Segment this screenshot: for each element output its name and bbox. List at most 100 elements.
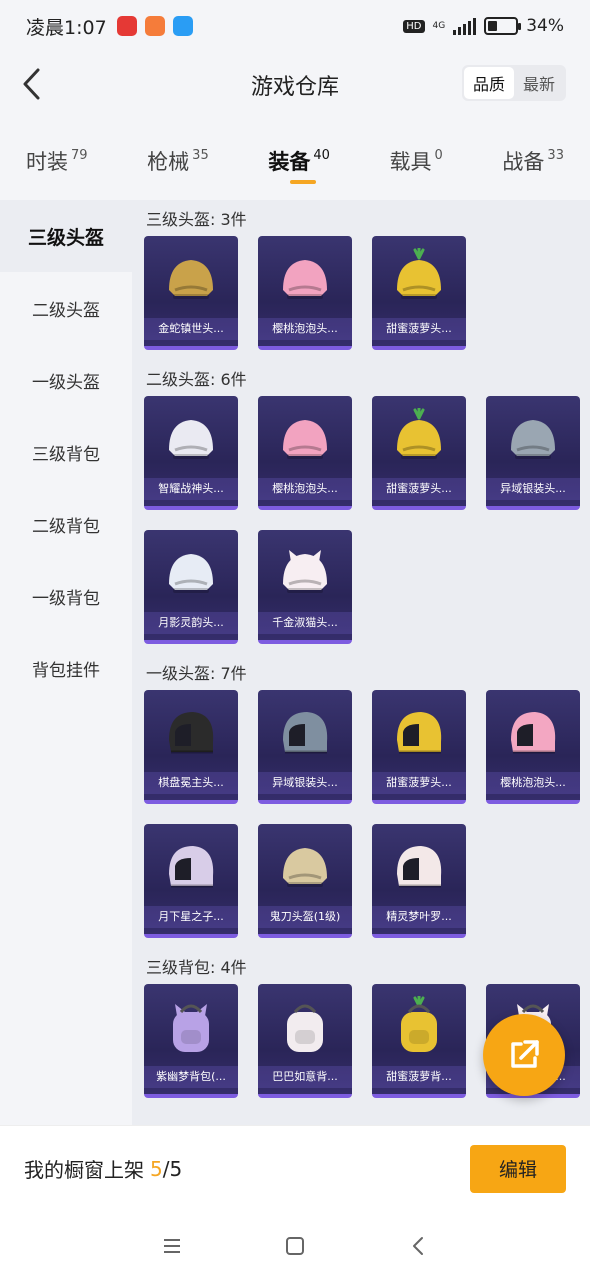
item-card[interactable]: 异域银装头... [486,396,580,510]
moto-helmet-icon [503,702,563,766]
showcase-separator: / [162,1156,170,1181]
gold-helmet-icon [161,248,221,312]
tab-label: 载具 [389,150,432,174]
item-card[interactable]: 鬼刀头盔(1级) [258,824,352,938]
menu-nav-button[interactable] [152,1226,192,1266]
battery-icon [484,17,522,35]
hd-badge: HD [403,19,425,33]
sidebar-item-level2-helmet[interactable]: 二级头盔 [0,272,132,344]
item-card[interactable]: 智耀战神头... [144,396,238,510]
status-bar: 凌晨1:07 HD 4G 34% [0,0,590,52]
sort-latest-option[interactable]: 最新 [514,67,564,99]
section-title: 三级头盔: 3件 [146,210,247,229]
item-name: 金蛇镇世头... [144,318,238,340]
moto-helmet-icon [161,702,221,766]
item-name: 精灵梦叶罗... [372,906,466,928]
item-name: 鬼刀头盔(1级) [258,906,352,928]
item-name: 樱桃泡泡头... [258,478,352,500]
item-grid: 金蛇镇世头... 樱桃泡泡头... 甜蜜菠萝头... [144,236,590,350]
item-card[interactable]: 千金淑猫头... [258,530,352,644]
pineapple-helmet-icon [389,408,449,472]
moto-helmet-icon [389,702,449,766]
item-name: 甜蜜菠萝头... [372,772,466,794]
notification-shop-icon [144,16,165,36]
item-name: 智耀战神头... [144,478,238,500]
item-card[interactable]: 甜蜜菠萝头... [372,690,466,804]
sidebar-item-level2-backpack[interactable]: 二级背包 [0,488,132,560]
back-button[interactable] [14,66,50,102]
sidebar-item-backpack-charm[interactable]: 背包挂件 [0,632,132,704]
section-title: 三级背包: 4件 [146,958,247,977]
item-name: 甜蜜菠萝头... [372,478,466,500]
network-type: 4G [432,21,446,31]
system-navbar [0,1211,590,1280]
showcase-total-count: 5 [169,1156,183,1181]
moto-helmet-icon [389,836,449,900]
signal-icon [453,17,477,35]
item-name: 千金淑猫头... [258,612,352,634]
item-card[interactable]: 甜蜜菠萝背... [372,984,466,1098]
cat-helmet-icon [275,542,335,606]
category-tabs: 时装 79 枪械 35 装备 40 载具 0 战备 33 [0,118,590,200]
item-grid: 智耀战神头... 樱桃泡泡头... 甜蜜菠萝头... 异域银装头... 月影灵韵头...… [144,396,590,644]
pineapple-backpack-icon [389,996,449,1060]
item-name: 紫幽梦背包(... [144,1066,238,1088]
item-name: 甜蜜菠萝背... [372,1066,466,1088]
item-card[interactable]: 月下星之子... [144,824,238,938]
tab-gear[interactable]: 战备 33 [502,118,564,200]
tab-count: 0 [434,148,443,163]
item-card[interactable]: 金蛇镇世头... [144,236,238,350]
tab-count: 33 [547,148,564,163]
battery-percent: 34% [526,16,564,36]
white-backpack-icon [275,996,335,1060]
item-card[interactable]: 异域银装头... [258,690,352,804]
knight-helmet-icon [275,836,335,900]
notification-app-icon [116,16,137,36]
tab-label: 时装 [26,150,68,174]
pink-helmet-icon [275,248,335,312]
item-list[interactable]: 三级头盔: 3件 金蛇镇世头... 樱桃泡泡头... 甜蜜菠萝头... 二级头盔: 6件… [132,200,590,1125]
tab-count: 35 [192,148,209,163]
menu-icon [163,1238,180,1253]
sort-quality-option[interactable]: 品质 [463,67,514,99]
item-card[interactable]: 甜蜜菠萝头... [372,236,466,350]
item-name: 异域银装头... [258,772,352,794]
item-name: 巴巴如意背... [258,1066,352,1088]
share-out-icon [511,1040,539,1068]
white-helmet-icon [161,542,221,606]
item-card[interactable]: 甜蜜菠萝头... [372,396,466,510]
tab-vehicles[interactable]: 载具 0 [390,118,443,200]
edit-button[interactable]: 编辑 [470,1144,566,1193]
sort-toggle: 品质 最新 [461,65,566,101]
item-card[interactable]: 樱桃泡泡头... [258,396,352,510]
share-fab-button[interactable] [483,1014,565,1096]
item-card[interactable]: 樱桃泡泡头... [486,690,580,804]
back-nav-button[interactable] [398,1226,438,1266]
home-icon [285,1236,304,1255]
item-card[interactable]: 樱桃泡泡头... [258,236,352,350]
home-nav-button[interactable] [275,1226,315,1266]
tab-count: 40 [313,148,330,163]
item-card[interactable]: 月影灵韵头... [144,530,238,644]
tab-label: 装备 [268,150,311,174]
moto-helmet-icon [275,702,335,766]
item-name: 异域银装头... [486,478,580,500]
item-card[interactable]: 巴巴如意背... [258,984,352,1098]
status-app-icons [116,16,193,36]
item-card[interactable]: 精灵梦叶罗... [372,824,466,938]
item-card[interactable]: 棋盘冕主头... [144,690,238,804]
tab-fashion[interactable]: 时装 79 [26,118,88,200]
sidebar-item-level1-backpack[interactable]: 一级背包 [0,560,132,632]
item-name: 樱桃泡泡头... [258,318,352,340]
page-title: 游戏仓库 [250,75,339,100]
sidebar-item-level3-helmet[interactable]: 三级头盔 [0,200,132,272]
tab-equipment[interactable]: 装备 40 [268,118,330,200]
sidebar-item-level3-backpack[interactable]: 三级背包 [0,416,132,488]
tab-guns[interactable]: 枪械 35 [147,118,209,200]
item-name: 月下星之子... [144,906,238,928]
tab-label: 枪械 [147,150,190,174]
moto-helmet-icon [161,836,221,900]
item-name: 月影灵韵头... [144,612,238,634]
sidebar-item-level1-helmet[interactable]: 一级头盔 [0,344,132,416]
item-card[interactable]: 紫幽梦背包(... [144,984,238,1098]
